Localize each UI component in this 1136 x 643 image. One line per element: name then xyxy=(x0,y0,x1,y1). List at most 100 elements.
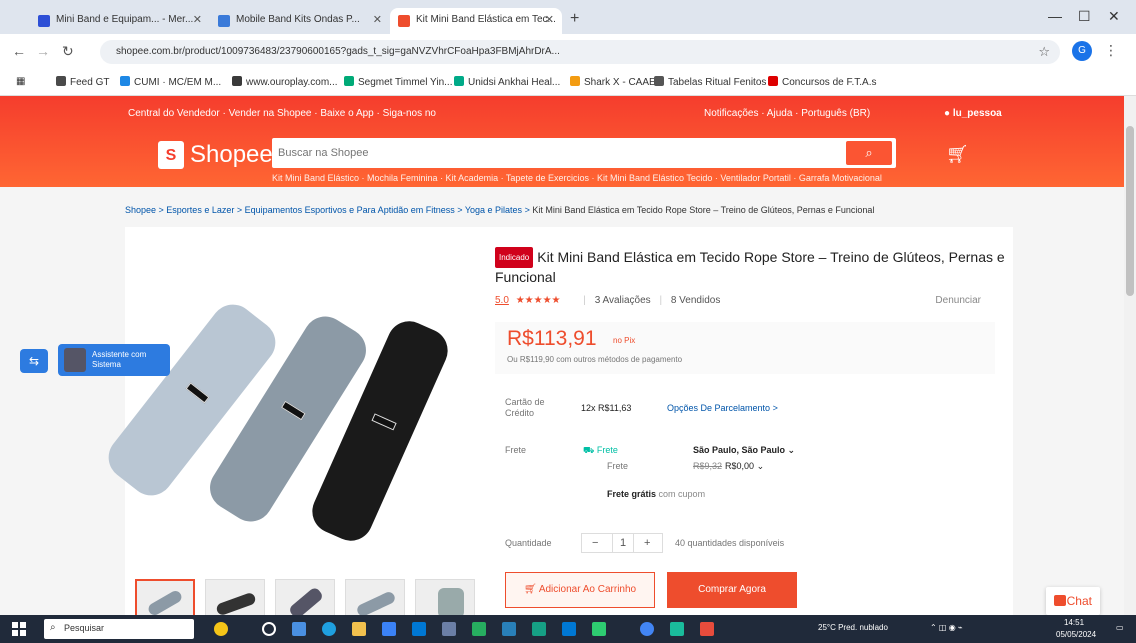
bookmark-item[interactable]: Concursos de F.T.A.s xyxy=(768,76,876,88)
address-bar[interactable]: shopee.com.br/product/1009736483/2379060… xyxy=(100,40,1060,64)
browser-menu-icon[interactable]: ⋮ xyxy=(1104,42,1118,59)
add-to-cart-label: Adicionar Ao Carrinho xyxy=(538,584,637,595)
rating-stars-icon: ★★★★★ xyxy=(515,295,561,306)
search-icon: ⌕ xyxy=(50,622,56,633)
weather-status[interactable]: 25°C Pred. nublado xyxy=(818,623,888,632)
close-tab-icon[interactable]: ✕ xyxy=(373,13,382,26)
system-tray-icons[interactable]: ⌃ ◫ ◉ ⌁ xyxy=(930,623,963,632)
app-icon[interactable] xyxy=(700,622,714,636)
clock-date[interactable]: 05/05/2024 xyxy=(1056,630,1096,639)
decrease-quantity-button[interactable]: − xyxy=(592,537,598,549)
thumbnail-band xyxy=(438,588,464,618)
free-shipping-line: Frete grátis com cupom xyxy=(607,489,705,499)
chat-button[interactable]: Chat xyxy=(1046,587,1100,615)
top-nav-right-links[interactable]: Notificações · Ajuda · Português (BR) xyxy=(704,108,870,119)
report-link[interactable]: Denunciar xyxy=(935,295,981,306)
thumbnail-band xyxy=(215,591,257,617)
add-to-cart-button[interactable]: 🛒︎ Adicionar Ao Carrinho xyxy=(505,572,655,608)
cart-icon[interactable]: 🛒︎ xyxy=(946,144,969,165)
buy-now-button[interactable]: Comprar Agora xyxy=(667,572,797,608)
quantity-label: Quantidade xyxy=(505,538,552,548)
windows-start-icon[interactable] xyxy=(12,622,26,636)
bookmark-label: Segmet Timmel Yin... xyxy=(358,77,453,88)
bookmark-icon xyxy=(654,76,664,86)
browser-toolbar: ← → ↻ shopee.com.br/product/1009736483/2… xyxy=(0,34,1136,70)
browser-tab-1[interactable]: Mini Band e Equipam... - Mer... ✕ xyxy=(30,8,210,34)
sold-count: 8 Vendidos xyxy=(670,295,721,306)
edge-icon[interactable] xyxy=(322,622,336,636)
assistant-toggle-icon[interactable]: ⇆ xyxy=(20,349,48,373)
app-icon[interactable] xyxy=(442,622,456,636)
quantity-input[interactable]: 1 xyxy=(612,534,634,552)
band-label-tag xyxy=(185,382,210,404)
shipping-location[interactable]: São Paulo, São Paulo ⌄ xyxy=(693,445,795,456)
search-input[interactable] xyxy=(278,142,838,164)
close-window-button[interactable]: ✕ xyxy=(1108,8,1120,25)
assistant-avatar xyxy=(64,348,86,372)
page-scrollbar[interactable] xyxy=(1124,96,1136,616)
shipping-cost-value: R$0,00 xyxy=(725,461,755,471)
maximize-button[interactable]: ☐ xyxy=(1078,8,1091,25)
close-tab-icon[interactable]: ✕ xyxy=(193,13,202,26)
app-icon[interactable] xyxy=(562,622,576,636)
mail-icon[interactable] xyxy=(412,622,426,636)
search-suggestions[interactable]: Kit Mini Band Elástico · Mochila Feminin… xyxy=(272,173,882,183)
store-icon[interactable] xyxy=(382,622,396,636)
reload-icon[interactable]: ↻ xyxy=(62,43,74,60)
weather-widget-icon[interactable] xyxy=(214,622,228,636)
bookmark-item[interactable]: Unidsi Ankhai Heal... xyxy=(454,76,560,88)
profile-avatar[interactable]: G xyxy=(1072,41,1092,61)
installments-options-link[interactable]: Opções De Parcelamento > xyxy=(667,403,778,413)
bookmark-item[interactable]: Shark X - CAAE xyxy=(570,76,656,88)
free-shipping-badge-text: Frete xyxy=(596,445,618,455)
app-icon[interactable] xyxy=(592,622,606,636)
increase-quantity-button[interactable]: + xyxy=(644,537,650,549)
app-icon[interactable] xyxy=(502,622,516,636)
shipping-cost[interactable]: R$9,32 R$0,00 ⌄ xyxy=(693,461,764,472)
browser-tab-2[interactable]: Mobile Band Kits Ondas P... ✕ xyxy=(210,8,390,34)
app-icon[interactable] xyxy=(472,622,486,636)
product-main-image[interactable] xyxy=(99,235,479,575)
widgets-icon[interactable] xyxy=(292,622,306,636)
breadcrumb-item[interactable]: Esportes e Lazer xyxy=(166,205,234,215)
scrollbar-thumb[interactable] xyxy=(1126,126,1134,296)
apps-grid-icon[interactable]: ▦ xyxy=(16,76,25,87)
clock-time[interactable]: 14:51 xyxy=(1064,618,1084,627)
assistant-chip[interactable]: Assistente com Sistema xyxy=(58,344,170,376)
breadcrumb-item[interactable]: Yoga e Pilates xyxy=(465,205,522,215)
top-nav-links[interactable]: Central do Vendedor · Vender na Shopee ·… xyxy=(128,108,436,119)
windows-taskbar: ⌕ Pesquisar 25°C Pred. nublado ⌃ ◫ ◉ ⌁ 14… xyxy=(0,615,1136,643)
product-title-text: Kit Mini Band Elástica em Tecido Rope St… xyxy=(495,249,1005,285)
breadcrumb-item[interactable]: Shopee xyxy=(125,205,156,215)
bookmark-star-icon[interactable]: ☆ xyxy=(1038,44,1050,60)
taskbar-search-label: Pesquisar xyxy=(64,623,105,633)
bookmark-item[interactable]: Segmet Timmel Yin... xyxy=(344,76,452,88)
app-icon[interactable] xyxy=(670,622,684,636)
forward-icon[interactable]: → xyxy=(36,43,50,59)
app-icon[interactable] xyxy=(532,622,546,636)
free-shipping-note: com cupom xyxy=(658,489,706,499)
bookmark-item[interactable]: www.ouroplay.com... xyxy=(232,76,338,88)
reviews-count[interactable]: 3 Avaliações xyxy=(595,295,651,306)
taskbar-search[interactable]: ⌕ Pesquisar xyxy=(44,619,194,639)
price-note: no Pix xyxy=(613,336,636,345)
notifications-icon[interactable]: ▭ xyxy=(1116,623,1124,632)
bookmark-item[interactable]: CUMI · MC/EM M... xyxy=(120,76,221,88)
rating-score[interactable]: 5.0 xyxy=(495,295,509,306)
new-tab-button[interactable]: + xyxy=(570,10,579,28)
close-tab-icon[interactable]: ✕ xyxy=(545,13,554,26)
file-explorer-icon[interactable] xyxy=(352,622,366,636)
browser-tab-3[interactable]: Kit Mini Band Elástica em Tec... ✕ xyxy=(390,8,562,34)
user-account[interactable]: ● lu_pessoa xyxy=(944,108,1002,119)
search-button[interactable]: ⌕ xyxy=(846,141,892,165)
back-icon[interactable]: ← xyxy=(12,43,26,59)
task-view-icon[interactable] xyxy=(262,622,276,636)
tab-favicon-icon xyxy=(398,15,410,27)
bookmark-item[interactable]: Tabelas Ritual Fenitos xyxy=(654,76,766,88)
breadcrumb-item[interactable]: Equipamentos Esportivos e Para Aptidão e… xyxy=(245,205,455,215)
start-logo-pane xyxy=(20,630,26,636)
chrome-icon[interactable] xyxy=(640,622,654,636)
bookmark-item[interactable]: Feed GT xyxy=(56,76,109,88)
minimize-button[interactable]: — xyxy=(1048,8,1062,24)
chat-label: Chat xyxy=(1066,594,1092,608)
